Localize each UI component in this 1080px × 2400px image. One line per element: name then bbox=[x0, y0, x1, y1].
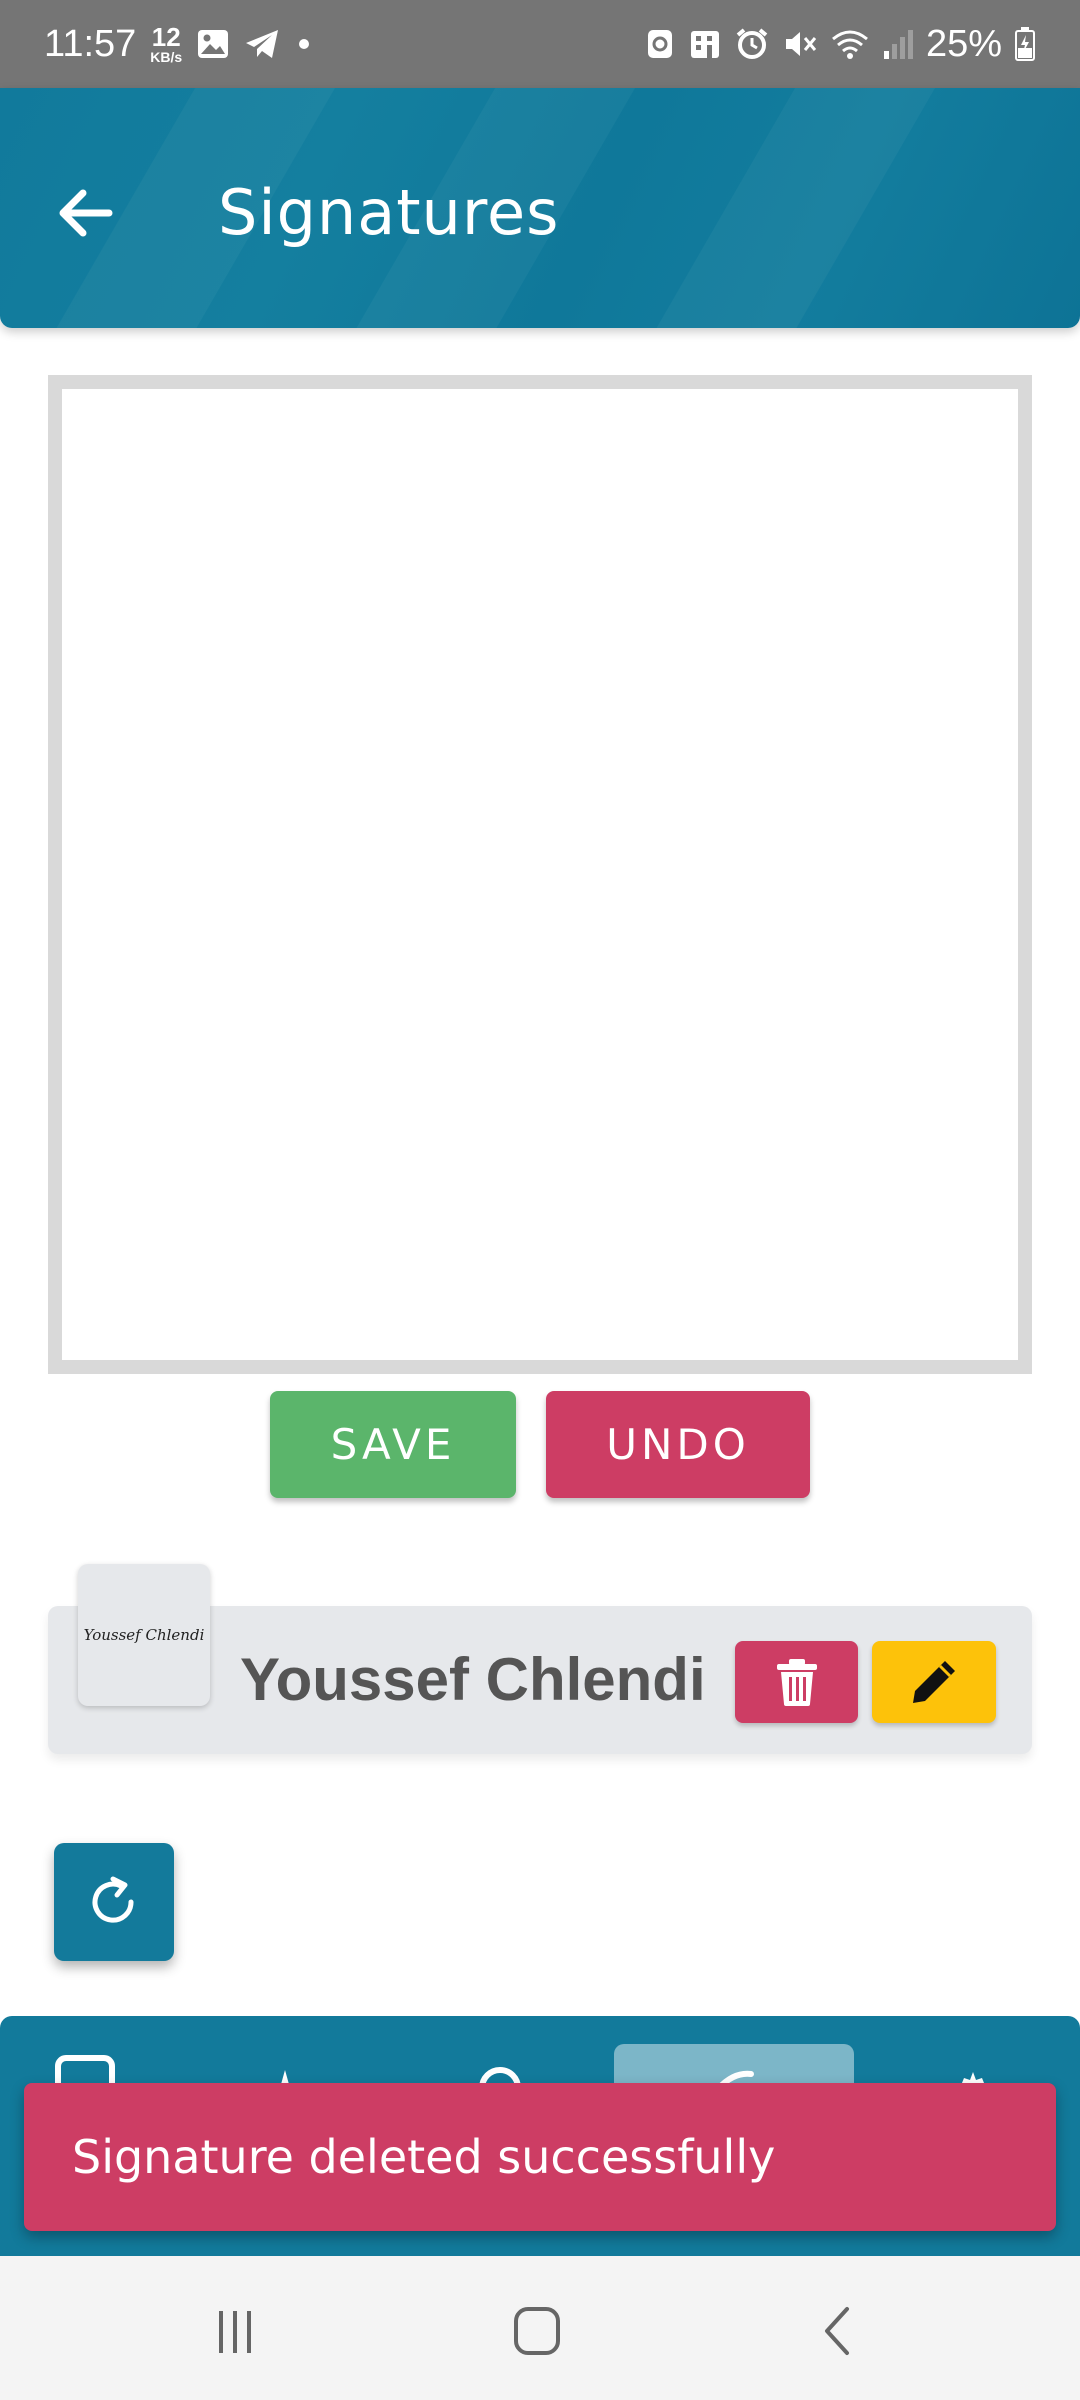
mute-icon bbox=[785, 32, 817, 56]
system-navigation-bar bbox=[0, 2256, 1080, 2400]
battery-charging-icon bbox=[1015, 27, 1035, 61]
alarm-icon bbox=[736, 28, 768, 59]
network-speed-value: 12 bbox=[151, 22, 181, 52]
snackbar-message: Signature deleted successfully bbox=[72, 2130, 776, 2184]
network-speed: 12 KB/s bbox=[150, 24, 182, 64]
recent-apps-icon bbox=[219, 2311, 251, 2353]
status-right-icons: 25% bbox=[644, 23, 1036, 66]
page-title: Signatures bbox=[218, 176, 560, 249]
notification-dot-icon bbox=[299, 39, 310, 49]
delete-signature-button[interactable] bbox=[735, 1641, 858, 1723]
home-icon bbox=[514, 2307, 560, 2355]
network-speed-unit: KB/s bbox=[150, 49, 183, 65]
gallery-icon bbox=[198, 30, 229, 58]
recent-apps-button[interactable] bbox=[190, 2286, 280, 2376]
signature-thumbnail[interactable]: Youssef Chlendi bbox=[78, 1564, 210, 1706]
back-button[interactable] bbox=[40, 168, 130, 258]
telegram-icon bbox=[246, 30, 279, 58]
wifi-icon bbox=[831, 30, 868, 59]
signature-canvas[interactable] bbox=[48, 375, 1032, 1374]
signal-icon bbox=[883, 30, 913, 59]
system-back-button[interactable] bbox=[794, 2286, 884, 2376]
status-time: 11:57 bbox=[44, 22, 137, 65]
pencil-icon bbox=[913, 1661, 955, 1703]
edit-signature-button[interactable] bbox=[872, 1641, 996, 1723]
refresh-icon bbox=[92, 1876, 134, 1923]
battery-percent: 25% bbox=[925, 22, 1002, 65]
snackbar: Signature deleted successfully bbox=[24, 2083, 1056, 2231]
signature-thumbnail-text: Youssef Chlendi bbox=[83, 1626, 205, 1644]
building-icon bbox=[690, 31, 719, 58]
app-bar: Signatures bbox=[0, 88, 1080, 328]
refresh-button[interactable] bbox=[54, 1843, 174, 1961]
chevron-left-icon bbox=[825, 2307, 849, 2355]
signature-name: Youssef Chlendi bbox=[240, 1646, 706, 1713]
home-button[interactable] bbox=[492, 2286, 582, 2376]
undo-button[interactable]: UNDO bbox=[546, 1391, 810, 1498]
status-bar: 11:57 12 KB/s 25% bbox=[0, 0, 1080, 88]
status-left-icons bbox=[196, 27, 314, 61]
arrow-left-icon bbox=[59, 189, 113, 237]
save-button[interactable]: SAVE bbox=[270, 1391, 516, 1498]
recycle-icon bbox=[647, 30, 672, 58]
trash-icon bbox=[776, 1659, 817, 1706]
